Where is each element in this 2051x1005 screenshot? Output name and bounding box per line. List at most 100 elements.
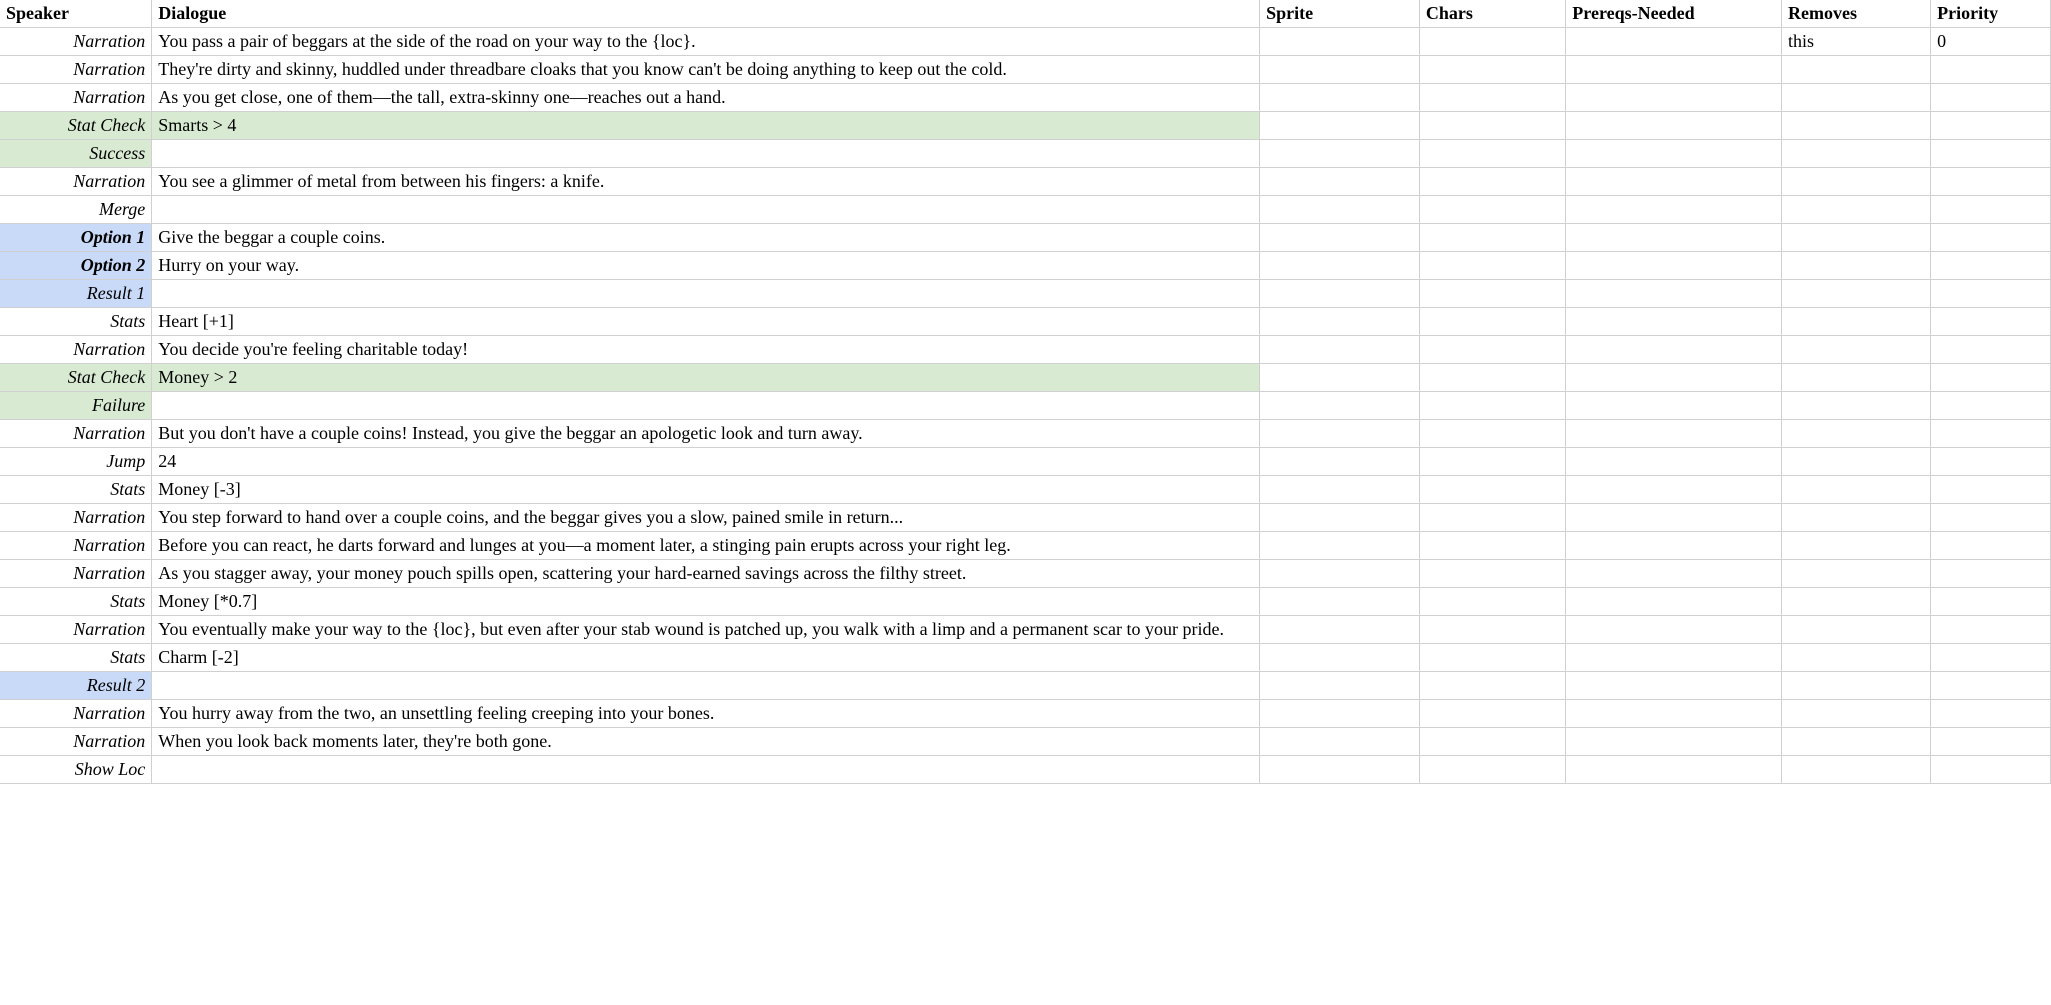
table-row[interactable]: Success: [0, 140, 2051, 168]
dialogue-cell[interactable]: [152, 672, 1260, 700]
priority-cell[interactable]: [1931, 84, 2051, 112]
removes-cell[interactable]: [1781, 616, 1930, 644]
chars-cell[interactable]: [1419, 560, 1565, 588]
removes-cell[interactable]: [1781, 756, 1930, 784]
prereqs-cell[interactable]: [1566, 560, 1782, 588]
sprite-cell[interactable]: [1260, 168, 1420, 196]
chars-cell[interactable]: [1419, 196, 1565, 224]
sprite-cell[interactable]: [1260, 364, 1420, 392]
chars-cell[interactable]: [1419, 168, 1565, 196]
dialogue-cell[interactable]: Charm [-2]: [152, 644, 1260, 672]
table-row[interactable]: StatsMoney [-3]: [0, 476, 2051, 504]
dialogue-cell[interactable]: Before you can react, he darts forward a…: [152, 532, 1260, 560]
speaker-cell[interactable]: Narration: [0, 560, 152, 588]
speaker-cell[interactable]: Stats: [0, 588, 152, 616]
priority-cell[interactable]: [1931, 756, 2051, 784]
chars-cell[interactable]: [1419, 308, 1565, 336]
speaker-cell[interactable]: Narration: [0, 84, 152, 112]
table-row[interactable]: StatsCharm [-2]: [0, 644, 2051, 672]
prereqs-cell[interactable]: [1566, 28, 1782, 56]
table-row[interactable]: NarrationAs you stagger away, your money…: [0, 560, 2051, 588]
removes-cell[interactable]: [1781, 672, 1930, 700]
table-row[interactable]: NarrationThey're dirty and skinny, huddl…: [0, 56, 2051, 84]
dialogue-cell[interactable]: [152, 756, 1260, 784]
sprite-cell[interactable]: [1260, 84, 1420, 112]
priority-cell[interactable]: [1931, 616, 2051, 644]
dialogue-cell[interactable]: They're dirty and skinny, huddled under …: [152, 56, 1260, 84]
sprite-cell[interactable]: [1260, 280, 1420, 308]
removes-cell[interactable]: [1781, 280, 1930, 308]
prereqs-cell[interactable]: [1566, 224, 1782, 252]
speaker-cell[interactable]: Narration: [0, 728, 152, 756]
chars-cell[interactable]: [1419, 252, 1565, 280]
priority-cell[interactable]: [1931, 420, 2051, 448]
speaker-cell[interactable]: Narration: [0, 532, 152, 560]
speaker-cell[interactable]: Success: [0, 140, 152, 168]
removes-cell[interactable]: [1781, 420, 1930, 448]
chars-cell[interactable]: [1419, 728, 1565, 756]
speaker-cell[interactable]: Result 2: [0, 672, 152, 700]
dialogue-cell[interactable]: [152, 196, 1260, 224]
table-row[interactable]: NarrationYou step forward to hand over a…: [0, 504, 2051, 532]
prereqs-cell[interactable]: [1566, 280, 1782, 308]
speaker-cell[interactable]: Narration: [0, 700, 152, 728]
priority-cell[interactable]: [1931, 504, 2051, 532]
removes-cell[interactable]: [1781, 392, 1930, 420]
table-row[interactable]: NarrationBut you don't have a couple coi…: [0, 420, 2051, 448]
chars-cell[interactable]: [1419, 448, 1565, 476]
sprite-cell[interactable]: [1260, 392, 1420, 420]
chars-cell[interactable]: [1419, 504, 1565, 532]
speaker-cell[interactable]: Failure: [0, 392, 152, 420]
sprite-cell[interactable]: [1260, 476, 1420, 504]
priority-cell[interactable]: [1931, 112, 2051, 140]
table-row[interactable]: NarrationYou decide you're feeling chari…: [0, 336, 2051, 364]
prereqs-cell[interactable]: [1566, 364, 1782, 392]
table-row[interactable]: StatsHeart [+1]: [0, 308, 2051, 336]
priority-cell[interactable]: [1931, 476, 2051, 504]
prereqs-cell[interactable]: [1566, 112, 1782, 140]
speaker-cell[interactable]: Show Loc: [0, 756, 152, 784]
speaker-cell[interactable]: Narration: [0, 616, 152, 644]
priority-cell[interactable]: [1931, 280, 2051, 308]
chars-cell[interactable]: [1419, 672, 1565, 700]
dialogue-cell[interactable]: You eventually make your way to the {loc…: [152, 616, 1260, 644]
removes-cell[interactable]: [1781, 532, 1930, 560]
sprite-cell[interactable]: [1260, 420, 1420, 448]
dialogue-cell[interactable]: Money [-3]: [152, 476, 1260, 504]
prereqs-cell[interactable]: [1566, 308, 1782, 336]
prereqs-cell[interactable]: [1566, 252, 1782, 280]
priority-cell[interactable]: [1931, 308, 2051, 336]
prereqs-cell[interactable]: [1566, 644, 1782, 672]
sprite-cell[interactable]: [1260, 336, 1420, 364]
table-row[interactable]: StatsMoney [*0.7]: [0, 588, 2051, 616]
prereqs-cell[interactable]: [1566, 616, 1782, 644]
sprite-cell[interactable]: [1260, 308, 1420, 336]
dialogue-cell[interactable]: [152, 392, 1260, 420]
chars-cell[interactable]: [1419, 28, 1565, 56]
removes-cell[interactable]: [1781, 560, 1930, 588]
chars-cell[interactable]: [1419, 112, 1565, 140]
sprite-cell[interactable]: [1260, 448, 1420, 476]
chars-cell[interactable]: [1419, 616, 1565, 644]
sprite-cell[interactable]: [1260, 252, 1420, 280]
dialogue-cell[interactable]: You step forward to hand over a couple c…: [152, 504, 1260, 532]
speaker-cell[interactable]: Stats: [0, 476, 152, 504]
table-row[interactable]: Jump24: [0, 448, 2051, 476]
sprite-cell[interactable]: [1260, 560, 1420, 588]
priority-cell[interactable]: [1931, 728, 2051, 756]
table-row[interactable]: NarrationBefore you can react, he darts …: [0, 532, 2051, 560]
speaker-cell[interactable]: Result 1: [0, 280, 152, 308]
dialogue-cell[interactable]: You decide you're feeling charitable tod…: [152, 336, 1260, 364]
priority-cell[interactable]: [1931, 672, 2051, 700]
removes-cell[interactable]: [1781, 644, 1930, 672]
chars-cell[interactable]: [1419, 756, 1565, 784]
removes-cell[interactable]: [1781, 84, 1930, 112]
chars-cell[interactable]: [1419, 364, 1565, 392]
dialogue-cell[interactable]: Smarts > 4: [152, 112, 1260, 140]
sprite-cell[interactable]: [1260, 728, 1420, 756]
priority-cell[interactable]: [1931, 252, 2051, 280]
removes-cell[interactable]: [1781, 56, 1930, 84]
sprite-cell[interactable]: [1260, 700, 1420, 728]
prereqs-cell[interactable]: [1566, 56, 1782, 84]
priority-cell[interactable]: [1931, 196, 2051, 224]
